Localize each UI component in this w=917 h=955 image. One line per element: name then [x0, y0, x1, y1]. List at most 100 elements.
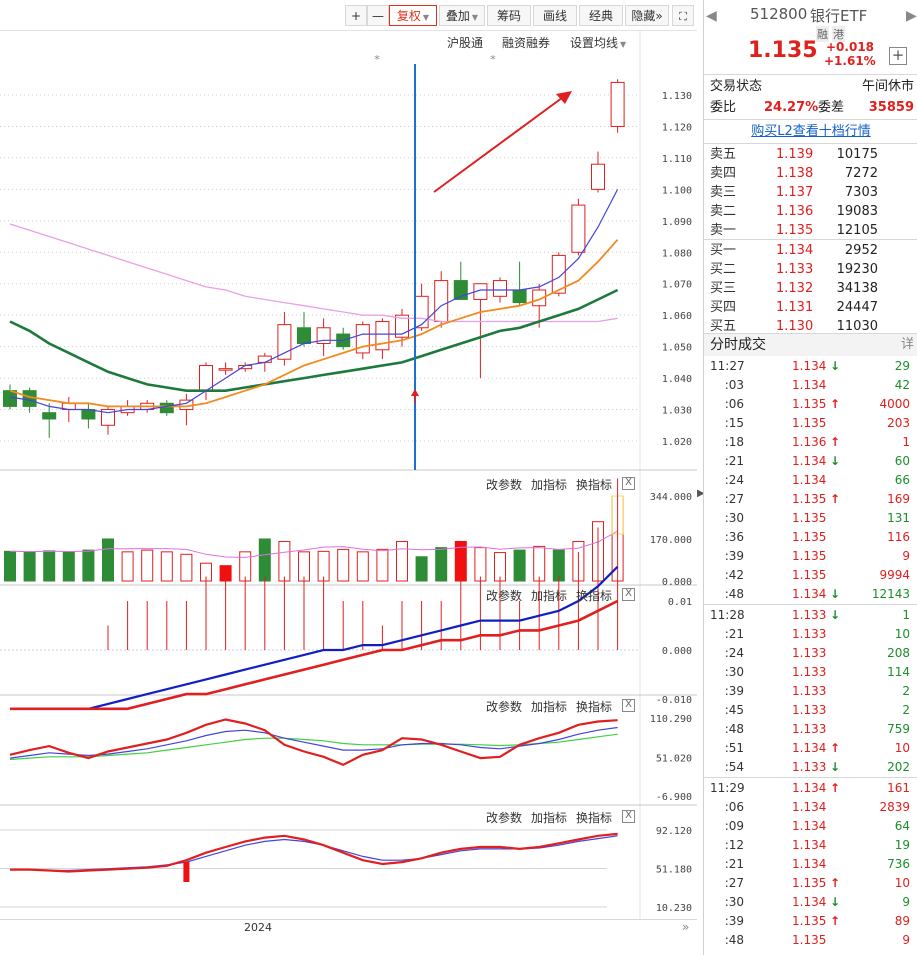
- zoom-out-button[interactable]: —: [367, 5, 389, 26]
- trade-time: :06: [724, 800, 744, 814]
- trade-time: :48: [724, 933, 744, 947]
- indicator4-tick-label: 10.230: [656, 903, 692, 914]
- volume-ma5-line: [9, 530, 618, 558]
- trade-row: :48 1.134 ↓ 12143: [704, 585, 917, 604]
- close-panel-icon[interactable]: X: [622, 588, 635, 601]
- price-tick-label: 1.130: [662, 91, 692, 102]
- level-price: 1.132: [776, 281, 814, 296]
- trade-row: :06 1.135 ↑ 4000: [704, 395, 917, 414]
- level-volume: 10175: [836, 147, 878, 162]
- trade-time: :15: [724, 416, 744, 430]
- trade-row: :51 1.134 ↑ 10: [704, 739, 917, 758]
- margin-trading-link[interactable]: 融资融券: [502, 34, 550, 51]
- add-indicator-button[interactable]: 加指标: [531, 698, 567, 715]
- bid-row: 买一 1.134 2952: [704, 241, 917, 260]
- price-tick-label: 1.050: [662, 343, 692, 354]
- divider: [704, 777, 917, 778]
- trade-row: 11:27 1.134 ↓ 29: [704, 357, 917, 376]
- edit-params-button[interactable]: 改参数: [486, 809, 522, 826]
- switch-indicator-button[interactable]: 换指标: [576, 476, 612, 493]
- switch-indicator-button[interactable]: 换指标: [576, 587, 612, 604]
- trade-time: :27: [724, 492, 744, 506]
- trade-row: :48 1.133 759: [704, 720, 917, 739]
- fullscreen-icon[interactable]: ⛶: [672, 5, 694, 26]
- close-panel-icon[interactable]: X: [622, 699, 635, 712]
- hide-button[interactable]: 隐藏»: [625, 5, 669, 26]
- switch-indicator-button[interactable]: 换指标: [576, 698, 612, 715]
- trade-volume: 9: [902, 895, 910, 909]
- price-tick-label: 1.040: [662, 374, 692, 385]
- candlestick-series: [3, 79, 625, 438]
- trades-header: 分时成交 详: [704, 334, 917, 356]
- chips-button[interactable]: 筹码: [487, 5, 531, 26]
- weicha-value: 35859: [868, 100, 914, 115]
- scroll-right-button[interactable]: »: [682, 920, 689, 934]
- stock-code: 512800: [750, 5, 808, 23]
- candle-body: [159, 402, 174, 414]
- indicator4-line-a: [10, 832, 618, 873]
- trade-volume: 203: [887, 416, 910, 430]
- trade-row: :48 1.135 9: [704, 931, 917, 950]
- price-tick-label: 1.020: [662, 437, 692, 448]
- candle-body: [571, 204, 586, 253]
- divider: [704, 604, 917, 605]
- edit-params-button[interactable]: 改参数: [486, 698, 522, 715]
- double-chevron-right-icon: »: [655, 9, 663, 23]
- add-indicator-button[interactable]: 加指标: [531, 809, 567, 826]
- trades-detail-button[interactable]: 详: [901, 334, 914, 356]
- candle-body: [257, 355, 272, 363]
- fuquan-label: 复权: [396, 9, 421, 23]
- level-label: 卖五: [710, 147, 737, 162]
- add-watchlist-button[interactable]: +: [889, 47, 907, 65]
- classic-button[interactable]: 经典: [579, 5, 623, 26]
- trade-row: :54 1.133 ↓ 202: [704, 758, 917, 777]
- level-price: 1.136: [776, 204, 814, 219]
- close-panel-icon[interactable]: X: [622, 477, 635, 490]
- trade-time: :48: [724, 587, 744, 601]
- up-arrow-icon: ↑: [830, 741, 841, 755]
- switch-indicator-button[interactable]: 换指标: [576, 809, 612, 826]
- draw-line-button[interactable]: 画线: [533, 5, 577, 26]
- indicator4-signal-marker: [183, 862, 190, 882]
- prev-stock-arrow[interactable]: ◀: [706, 8, 717, 24]
- trade-price: 1.134: [792, 359, 827, 373]
- add-indicator-button[interactable]: 加指标: [531, 476, 567, 493]
- trade-time: :39: [724, 549, 744, 563]
- level-label: 卖一: [710, 223, 737, 238]
- candle-body: [434, 280, 449, 322]
- trade-price: 1.134: [792, 838, 827, 852]
- weicha-label: 委差: [818, 100, 845, 115]
- level-volume: 12105: [836, 223, 878, 238]
- edit-params-button[interactable]: 改参数: [486, 476, 522, 493]
- trade-time: :42: [724, 568, 744, 582]
- hugutong-link[interactable]: 沪股通: [447, 34, 483, 51]
- overlay-dropdown[interactable]: 叠加 ▼: [439, 5, 485, 26]
- trade-row: :03 1.134 42: [704, 376, 917, 395]
- trend-arrow-head-icon: [556, 91, 572, 104]
- ma-settings-dropdown[interactable]: 设置均线 ▼: [570, 34, 626, 51]
- price-tick-label: 1.090: [662, 217, 692, 228]
- status-row: 交易状态 午间休市: [704, 77, 917, 96]
- close-panel-icon[interactable]: X: [622, 810, 635, 823]
- buy-l2-link[interactable]: 购买L2查看十档行情: [751, 124, 871, 139]
- trade-volume: 19: [894, 838, 910, 852]
- chevron-down-icon: ▼: [422, 13, 430, 22]
- add-indicator-button[interactable]: 加指标: [531, 587, 567, 604]
- chevron-down-icon: ▼: [620, 40, 627, 49]
- edit-params-button[interactable]: 改参数: [486, 587, 522, 604]
- status-value: 午间休市: [861, 79, 914, 94]
- fuquan-dropdown[interactable]: 复权 ▼: [389, 5, 437, 26]
- trend-arrow-line: [433, 94, 567, 193]
- down-arrow-icon: ↓: [830, 587, 841, 601]
- zoom-in-button[interactable]: +: [345, 5, 367, 26]
- candle-body: [218, 368, 233, 371]
- ask-row: 卖四 1.138 7272: [704, 164, 917, 183]
- trade-price: 1.133: [792, 684, 827, 698]
- level-label: 买二: [710, 262, 737, 277]
- trade-row: 11:28 1.133 ↓ 1: [704, 606, 917, 625]
- next-stock-arrow[interactable]: ▶: [906, 8, 917, 24]
- up-arrow-icon: ↑: [830, 781, 841, 795]
- trade-volume: 131: [887, 511, 910, 525]
- trade-price: 1.133: [792, 608, 827, 622]
- trade-price: 1.133: [792, 627, 827, 641]
